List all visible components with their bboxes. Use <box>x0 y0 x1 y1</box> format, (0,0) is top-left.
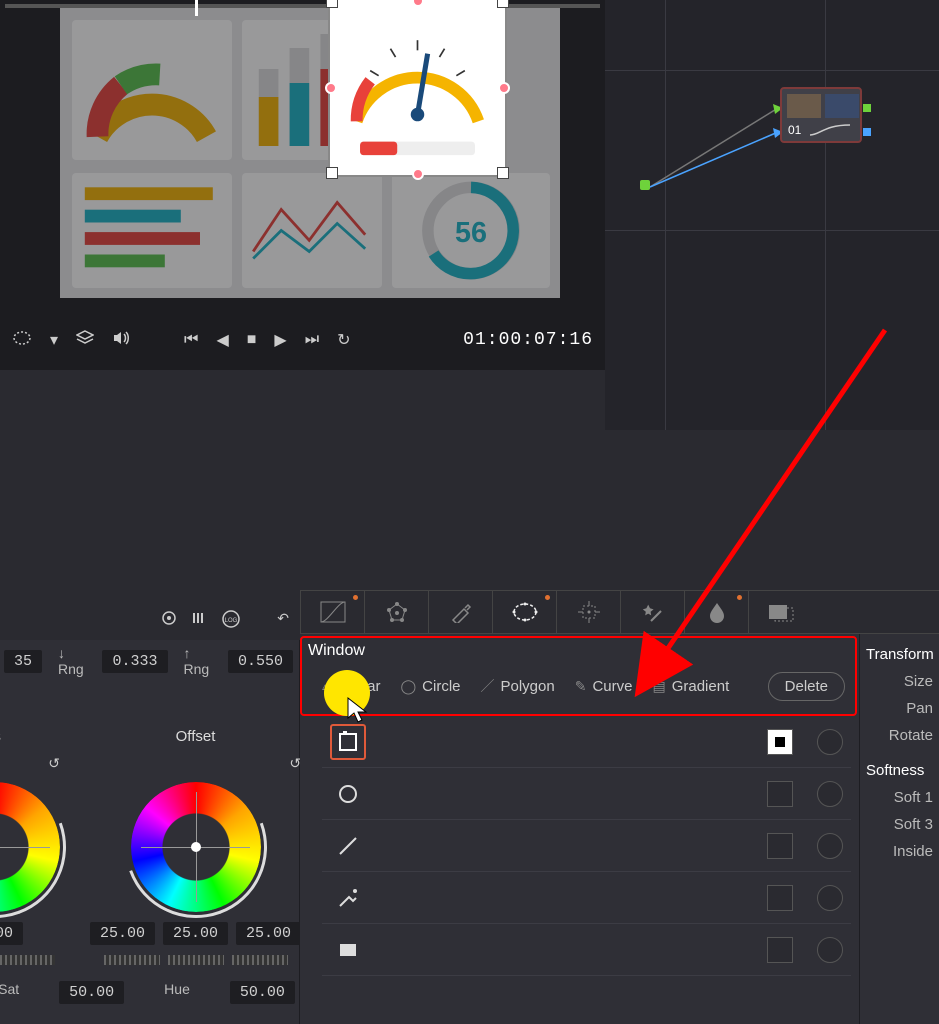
wheel-slider[interactable] <box>104 955 160 965</box>
mask-list <box>322 716 851 1024</box>
mask-enable-toggle[interactable] <box>767 937 793 963</box>
mask-row-circle[interactable] <box>322 768 851 820</box>
mask-enable-toggle[interactable] <box>767 833 793 859</box>
mask-enable-toggle[interactable] <box>767 781 793 807</box>
mask-row-curve[interactable] <box>322 872 851 924</box>
reset-icon[interactable]: ↺ <box>48 755 60 772</box>
curve-icon[interactable] <box>330 880 366 916</box>
color-wheel[interactable] <box>131 782 261 912</box>
softness-heading: Softness <box>866 762 933 779</box>
wheel-slider[interactable] <box>168 955 224 965</box>
mask-row-polygon[interactable] <box>322 820 851 872</box>
mask-invert-toggle[interactable] <box>817 781 843 807</box>
hue-label: Hue <box>164 981 190 1004</box>
wheel-slider[interactable] <box>232 955 288 965</box>
mask-row-linear[interactable] <box>322 716 851 768</box>
offset-v2[interactable]: 25.00 <box>163 922 228 945</box>
wheel-slider[interactable] <box>0 955 55 965</box>
pan-label: Pan <box>866 700 933 717</box>
sat-value[interactable]: 50.00 <box>59 981 124 1004</box>
offset-v1[interactable]: 25.00 <box>90 922 155 945</box>
wheel-value[interactable]: 0.00 <box>0 922 23 945</box>
soft1-label: Soft 1 <box>866 789 933 806</box>
linear-icon[interactable] <box>330 724 366 760</box>
mask-invert-toggle[interactable] <box>817 937 843 963</box>
cursor-icon <box>346 696 370 724</box>
mask-row-gradient[interactable] <box>322 924 851 976</box>
offset-v3[interactable]: 25.00 <box>236 922 301 945</box>
soft3-label: Soft 3 <box>866 816 933 833</box>
wheel-label: Offset <box>176 728 216 745</box>
sat-label: Sat <box>0 981 19 1004</box>
inside-label: Inside <box>866 843 933 860</box>
hue-value[interactable]: 50.00 <box>230 981 295 1004</box>
circle-icon[interactable] <box>330 776 366 812</box>
mask-enable-toggle[interactable] <box>767 729 793 755</box>
wheel-label: ts <box>0 728 1 745</box>
color-wheel[interactable] <box>0 782 60 912</box>
polygon-icon[interactable] <box>330 828 366 864</box>
mask-invert-toggle[interactable] <box>817 729 843 755</box>
mask-invert-toggle[interactable] <box>817 833 843 859</box>
mask-invert-toggle[interactable] <box>817 885 843 911</box>
rotate-label: Rotate <box>866 727 933 744</box>
mask-enable-toggle[interactable] <box>767 885 793 911</box>
annotation-arrow <box>0 0 939 700</box>
gradient-icon[interactable] <box>330 932 366 968</box>
